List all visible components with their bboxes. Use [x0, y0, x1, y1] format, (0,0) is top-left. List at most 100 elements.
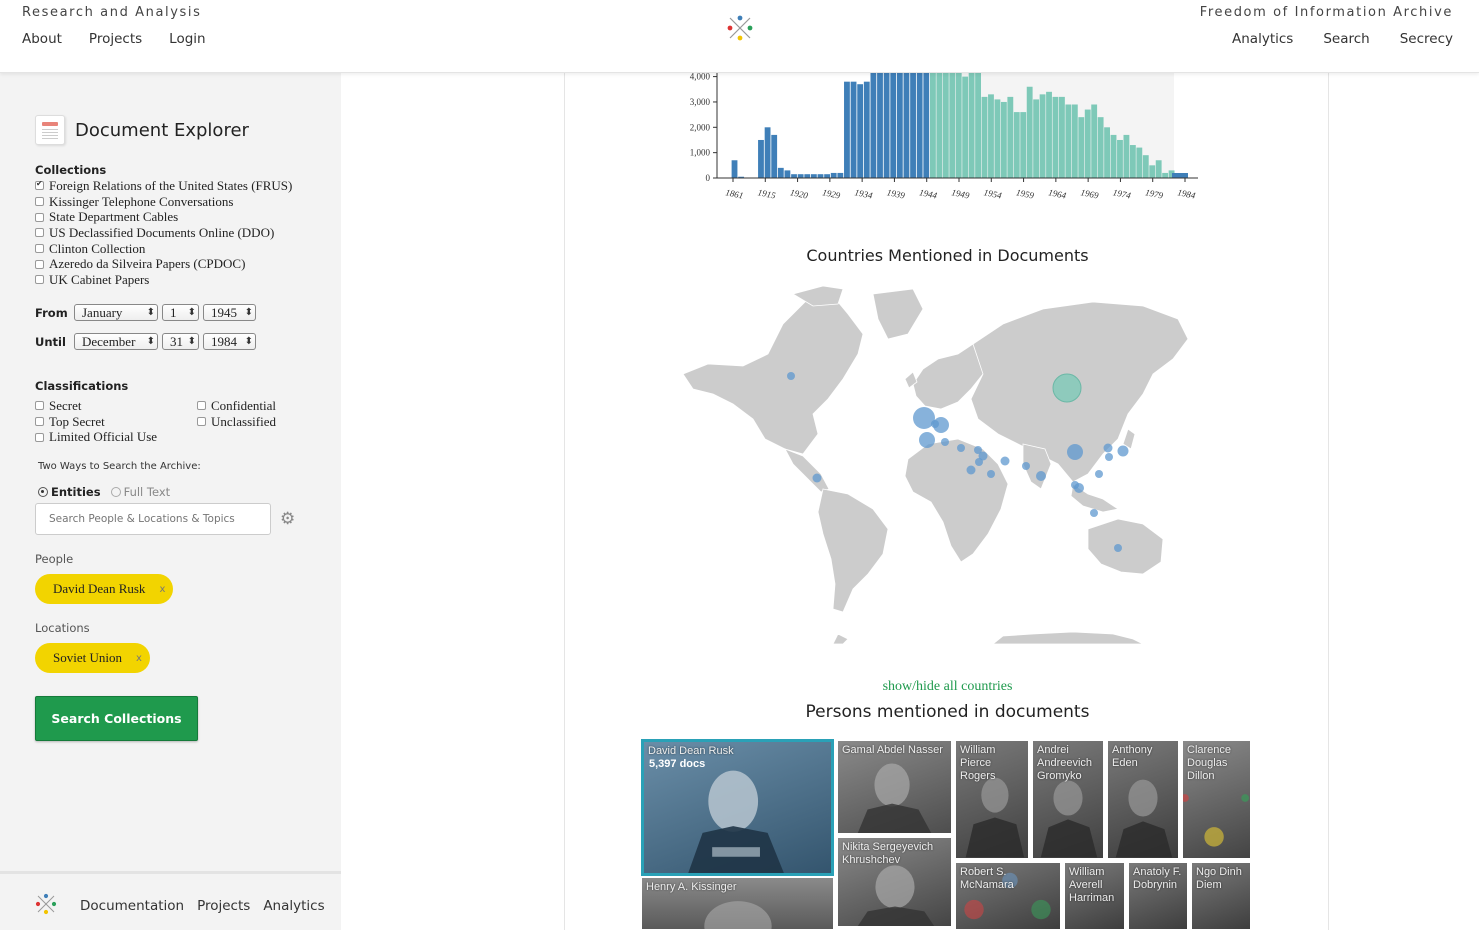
person-tile-andrei-gromyko[interactable]: Andrei Andreevich Gromyko [1032, 740, 1104, 859]
histogram-bar[interactable] [1155, 160, 1162, 178]
country-bubble[interactable] [987, 470, 995, 478]
histogram-bar[interactable] [883, 73, 890, 178]
histogram-bar[interactable] [1026, 86, 1033, 178]
history-lab-logo-icon[interactable] [34, 892, 58, 916]
person-tile-clarence-douglas-dillon[interactable]: Clarence Douglas Dillon [1182, 740, 1251, 859]
country-bubble[interactable] [919, 432, 935, 448]
footer-projects-link[interactable]: Projects [197, 898, 250, 914]
checkbox[interactable] [35, 432, 44, 442]
classification-confidential[interactable]: Confidential [197, 398, 305, 414]
histogram-bar[interactable] [758, 139, 764, 178]
nav-about-link[interactable]: About [22, 31, 62, 47]
until-day-select[interactable]: 31 [162, 333, 199, 350]
histogram-bar[interactable] [863, 81, 870, 178]
until-month-select[interactable]: December [74, 333, 158, 350]
histogram-bar[interactable] [850, 81, 857, 178]
collection-item[interactable]: US Declassified Documents Online (DDO) [35, 225, 292, 241]
checkbox[interactable] [35, 179, 44, 191]
histogram-bar[interactable] [962, 76, 969, 178]
footer-analytics-link[interactable]: Analytics [263, 898, 324, 914]
checkbox[interactable] [35, 275, 44, 285]
nav-login-link[interactable]: Login [169, 31, 205, 47]
radio-entities[interactable]: Entities [38, 485, 101, 499]
checkbox[interactable] [35, 259, 44, 269]
from-day-select[interactable]: 1 [162, 304, 199, 321]
checkbox[interactable] [35, 244, 44, 254]
histogram-bar[interactable] [1007, 96, 1014, 178]
histogram-bar[interactable] [764, 127, 771, 178]
histogram-bar[interactable] [857, 84, 864, 178]
histogram-bar[interactable] [731, 160, 738, 178]
histogram-bar[interactable] [1129, 145, 1136, 178]
nav-search-link[interactable]: Search [1323, 31, 1369, 47]
histogram-bar[interactable] [810, 174, 817, 178]
checkbox[interactable] [35, 212, 44, 222]
histogram-bar[interactable] [830, 172, 837, 178]
classification-limited-official-use[interactable]: Limited Official Use [35, 429, 197, 445]
country-bubble[interactable] [787, 372, 795, 380]
histogram-bar[interactable] [824, 174, 831, 178]
soviet-union-bubble[interactable] [1052, 373, 1082, 403]
histogram-bar[interactable] [910, 73, 916, 178]
country-bubble[interactable] [1022, 462, 1030, 470]
radio-unselected-icon[interactable] [110, 487, 121, 497]
histogram-bar[interactable] [1033, 99, 1040, 178]
classification-top-secret[interactable]: Top Secret [35, 414, 197, 430]
histogram-bar[interactable] [890, 73, 897, 178]
histogram-bar[interactable] [930, 73, 936, 178]
histogram-bar[interactable] [1000, 101, 1007, 178]
histogram-bar[interactable] [1162, 172, 1169, 178]
person-tile-nikita-khrushchev[interactable]: Nikita Sergeyevich Khrushchev [837, 837, 952, 927]
checkbox[interactable] [35, 417, 44, 427]
person-tile-david-dean-rusk[interactable]: David Dean Rusk 5,397 docs [641, 739, 834, 876]
checkbox[interactable] [35, 228, 44, 238]
classification-secret[interactable]: Secret [35, 398, 197, 414]
histogram-bar[interactable] [949, 73, 956, 178]
country-bubble[interactable] [1114, 544, 1122, 552]
nav-projects-link[interactable]: Projects [89, 31, 142, 47]
checkbox[interactable] [35, 197, 44, 207]
histogram-bar[interactable] [981, 96, 988, 178]
classification-unclassified[interactable]: Unclassified [197, 414, 305, 430]
histogram-bar[interactable] [877, 73, 883, 178]
footer-documentation-link[interactable]: Documentation [80, 898, 184, 914]
histogram-bar[interactable] [804, 174, 811, 178]
search-collections-button[interactable]: Search Collections [35, 696, 198, 741]
country-bubble[interactable] [1036, 471, 1046, 481]
country-bubble[interactable] [1000, 456, 1010, 466]
histogram-bar[interactable] [817, 174, 824, 178]
collection-item[interactable]: Clinton Collection [35, 241, 292, 257]
person-tile-henry-kissinger[interactable]: Henry A. Kissinger [641, 877, 834, 930]
documents-per-year-histogram[interactable]: 0 1,000 2,000 3,000 4,000 1861 1915 1920 1929 193… [565, 73, 1330, 213]
histogram-bar[interactable] [1097, 117, 1104, 178]
country-bubble[interactable] [941, 438, 949, 446]
gear-icon[interactable]: ⚙ [280, 510, 297, 527]
histogram-bar[interactable] [1013, 112, 1020, 178]
histogram-bar[interactable] [916, 73, 923, 178]
collection-item[interactable]: Azeredo da Silveira Papers (CPDOC) [35, 256, 292, 272]
histogram-bar[interactable] [1039, 94, 1046, 178]
histogram-bar[interactable] [1020, 112, 1027, 178]
checkbox[interactable] [197, 417, 206, 427]
from-month-select[interactable]: January [74, 304, 158, 321]
histogram-bar[interactable] [1149, 165, 1156, 178]
histogram-bar[interactable] [988, 94, 994, 178]
nav-analytics-link[interactable]: Analytics [1232, 31, 1293, 47]
entity-search-input[interactable] [35, 503, 271, 535]
checkbox[interactable] [197, 401, 206, 411]
collection-item[interactable]: UK Cabinet Papers [35, 272, 292, 288]
histogram-bar[interactable] [844, 81, 850, 178]
country-bubble[interactable] [1095, 470, 1103, 478]
collection-item[interactable]: Foreign Relations of the United States (… [35, 178, 292, 194]
histogram-bar[interactable] [1059, 96, 1065, 178]
histogram-bar[interactable] [1104, 127, 1110, 178]
person-tile-gamal-abdel-nasser[interactable]: Gamal Abdel Nasser [837, 740, 952, 834]
histogram-bar[interactable] [1091, 104, 1098, 178]
country-bubble[interactable] [1103, 443, 1113, 453]
country-bubble[interactable] [1105, 453, 1113, 461]
country-bubble[interactable] [957, 444, 965, 452]
histogram-bar[interactable] [1078, 117, 1085, 178]
country-bubble[interactable] [1090, 509, 1098, 517]
collection-item[interactable]: Kissinger Telephone Conversations [35, 194, 292, 210]
histogram-bar[interactable] [936, 73, 943, 178]
